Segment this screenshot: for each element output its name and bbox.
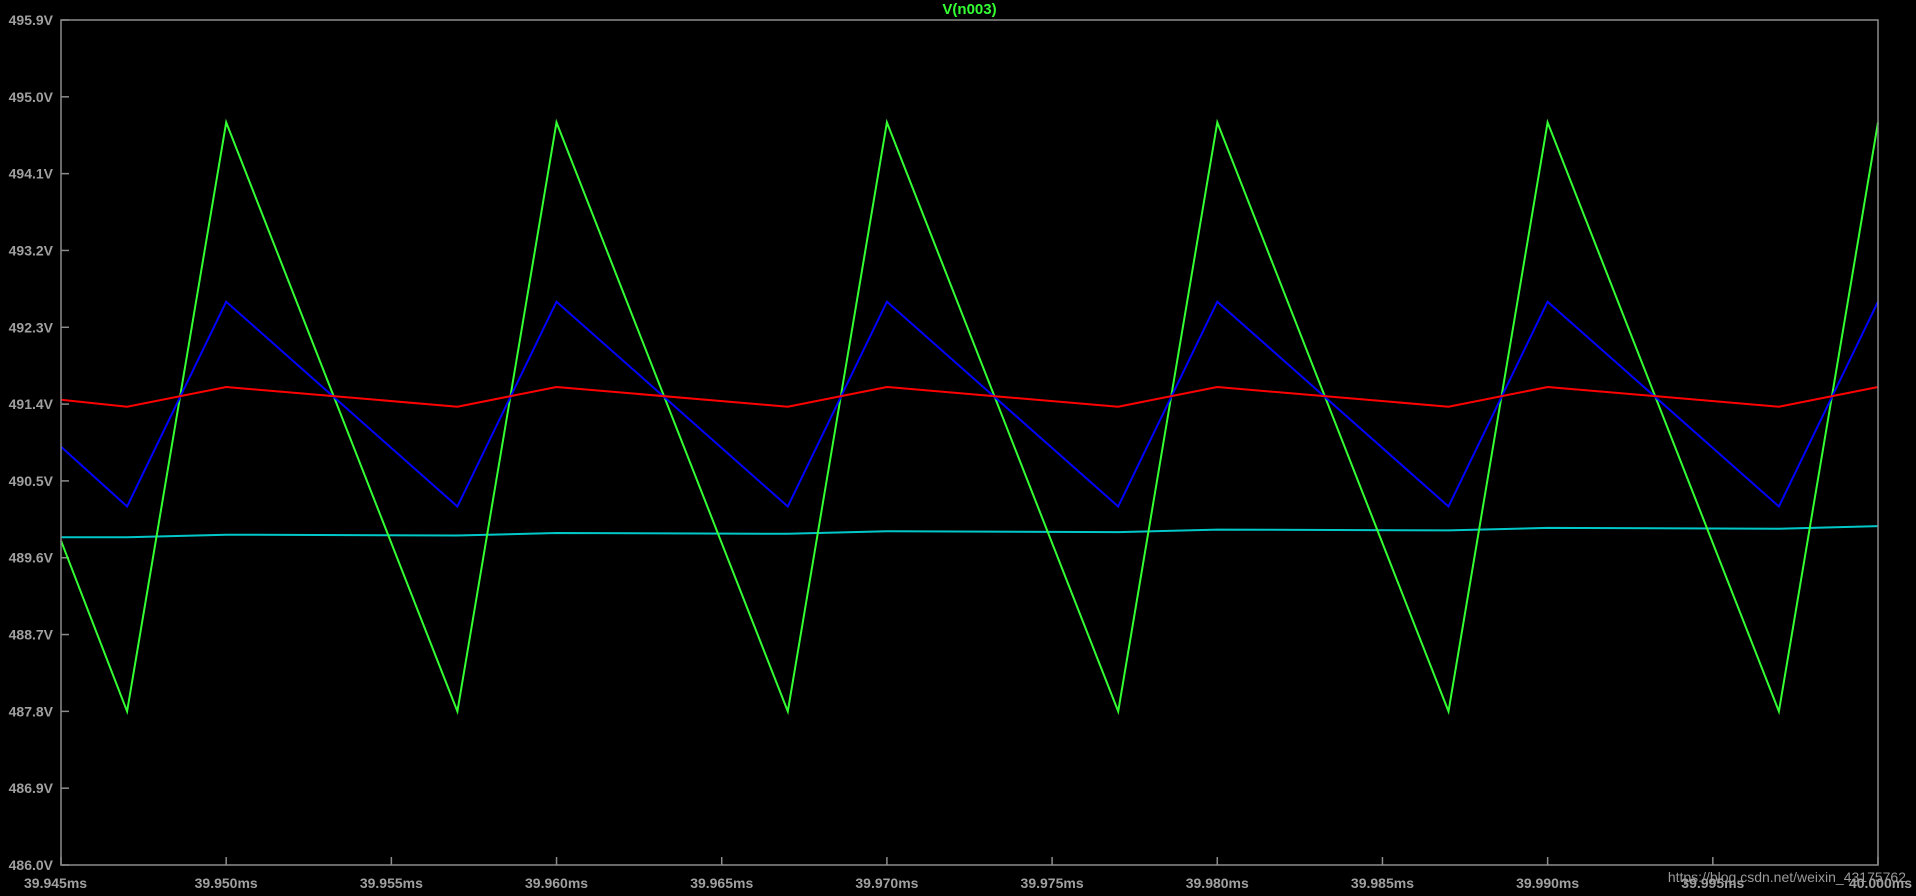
y-tick-label: 487.8V [9,703,54,719]
x-tick-label: 39.975ms [1021,875,1084,891]
chart-background [0,0,1916,896]
y-tick-label: 495.9V [9,12,54,28]
x-tick-label: 39.970ms [855,875,918,891]
x-tick-label: 39.945ms [24,875,87,891]
y-tick-label: 494.1V [9,166,54,182]
y-tick-label: 492.3V [9,319,54,335]
x-tick-label: 39.960ms [525,875,588,891]
y-tick-label: 489.6V [9,550,54,566]
y-tick-label: 491.4V [9,396,54,412]
y-tick-label: 488.7V [9,627,54,643]
x-tick-label: 39.990ms [1516,875,1579,891]
y-tick-label: 486.0V [9,857,54,873]
y-tick-label: 490.5V [9,473,54,489]
x-tick-label: 39.980ms [1186,875,1249,891]
x-tick-label: 39.950ms [195,875,258,891]
waveform-chart: 495.9V 495.0V 494.1V 493.2V 492.3V 491.4V 490.… [0,0,1916,896]
x-tick-label: 39.965ms [690,875,753,891]
y-tick-label: 486.9V [9,780,54,796]
x-tick-label: 39.955ms [360,875,423,891]
y-tick-label: 495.0V [9,89,54,105]
y-tick-label: 493.2V [9,242,54,258]
chart-title: V(n003) [942,1,996,18]
watermark-text: https://blog.csdn.net/weixin_43175762 [1668,869,1906,885]
x-tick-label: 39.985ms [1351,875,1414,891]
